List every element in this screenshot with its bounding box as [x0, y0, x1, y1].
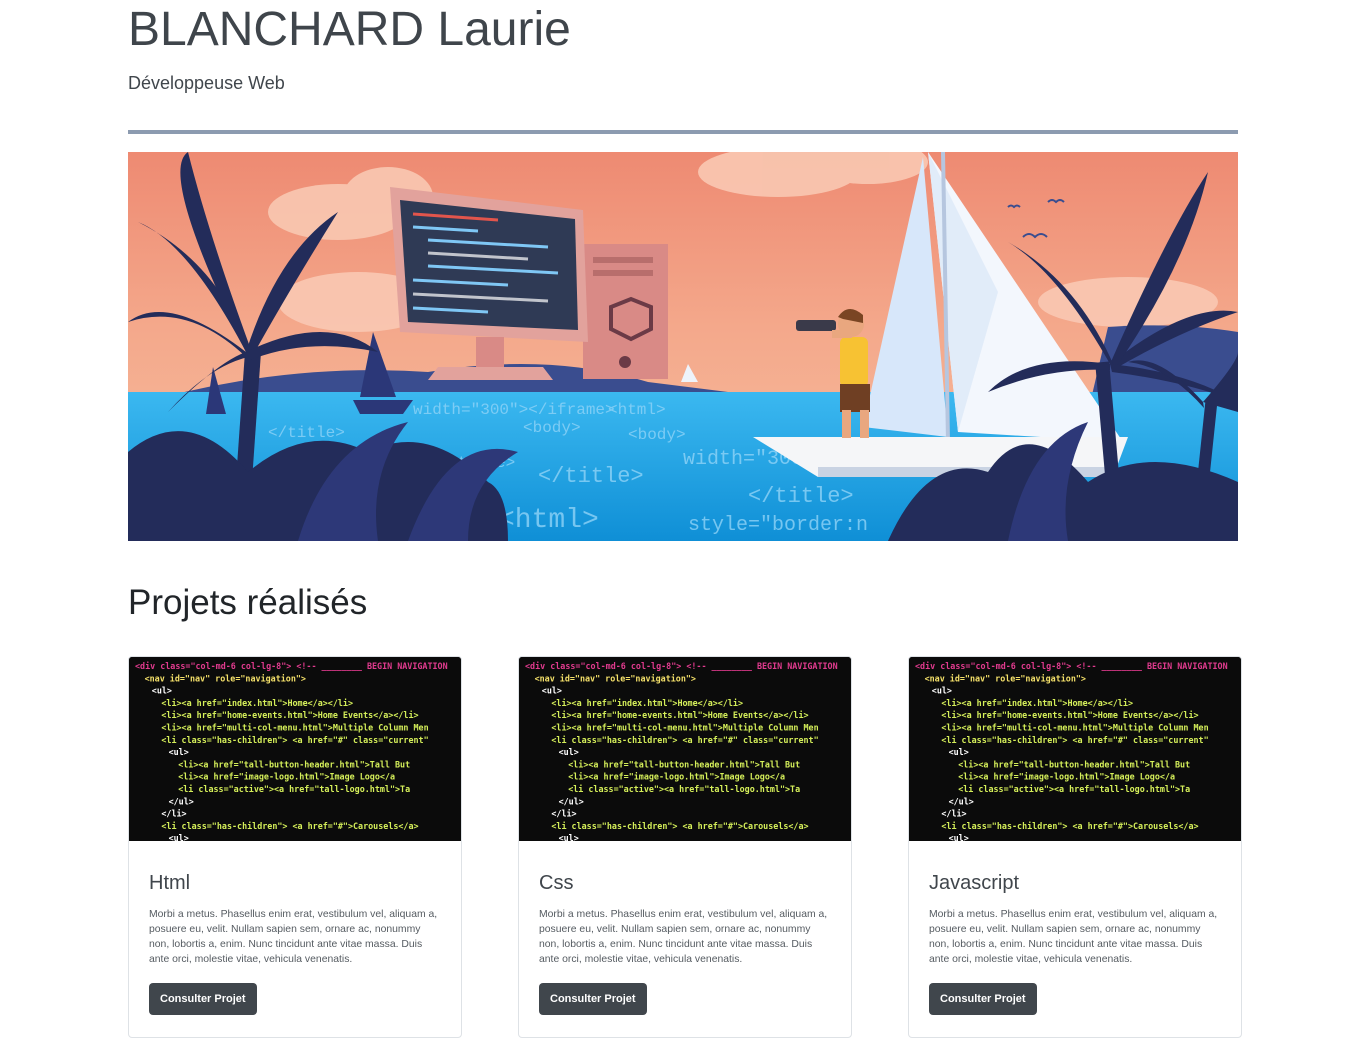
page-title: BLANCHARD Laurie — [128, 3, 571, 56]
card-text: Morbi a metus. Phasellus enim erat, vest… — [149, 909, 438, 965]
svg-text:width="300"></iframe>: width="300"></iframe> — [413, 401, 615, 419]
project-card-html: <div class="col-md-6 col-lg-8"> <!-- ___… — [128, 656, 462, 1038]
code-line: <li><a href="index.html">Home</a></li> — [941, 698, 1133, 708]
code-line: <ul> — [559, 833, 579, 841]
svg-text:</title>: </title> — [538, 464, 644, 489]
consult-project-button[interactable]: Consulter Projet — [929, 983, 1037, 1015]
code-line: </li> — [551, 809, 576, 819]
code-line: <ul> — [559, 747, 579, 757]
code-line: <li><a href="home-events.html">Home Even… — [941, 710, 1198, 720]
consult-project-button[interactable]: Consulter Projet — [539, 983, 647, 1015]
code-line: <li><a href="multi-col-menu.html">Multip… — [161, 723, 428, 733]
code-line: <ul> — [169, 833, 189, 841]
code-line: <li><a href="image-logo.html">Image Logo… — [958, 772, 1175, 782]
project-card-javascript: <div class="col-md-6 col-lg-8"> <!-- ___… — [908, 656, 1242, 1038]
svg-text:<html>: <html> — [498, 505, 599, 536]
code-line: <li class="active"><a href="tall-logo.ht… — [568, 784, 800, 794]
code-line: <li class="has-children"> <a href="#" cl… — [161, 735, 428, 745]
svg-text:<html>: <html> — [608, 401, 666, 419]
svg-text:</title>: </title> — [268, 424, 345, 442]
hero-illustration: width="300"></iframe> <html> <body> <bod… — [128, 152, 1238, 541]
code-line: <li class="active"><a href="tall-logo.ht… — [958, 784, 1190, 794]
svg-text:style="border:n: style="border:n — [688, 514, 868, 537]
code-line: <li><a href="tall-button-header.html">Ta… — [958, 759, 1190, 769]
project-image: <div class="col-md-6 col-lg-8"> <!-- ___… — [129, 657, 461, 841]
project-image: <div class="col-md-6 col-lg-8"> <!-- ___… — [909, 657, 1241, 841]
svg-text:</title>: </title> — [748, 484, 854, 509]
code-line: <li><a href="index.html">Home</a></li> — [161, 698, 353, 708]
code-line: <ul> — [152, 686, 172, 696]
code-line: </li> — [941, 809, 966, 819]
code-line: <li><a href="home-events.html">Home Even… — [161, 710, 418, 720]
code-line: <ul> — [932, 686, 952, 696]
code-line: <li><a href="multi-col-menu.html">Multip… — [551, 723, 818, 733]
code-line: </ul> — [169, 796, 194, 806]
code-line: <div class="col-md-6 col-lg-8"> <!-- ___… — [525, 661, 838, 671]
code-line: <li><a href="home-events.html">Home Even… — [551, 710, 808, 720]
code-line: </ul> — [949, 796, 974, 806]
card-text: Morbi a metus. Phasellus enim erat, vest… — [929, 909, 1218, 965]
code-line: <ul> — [949, 833, 969, 841]
card-text: Morbi a metus. Phasellus enim erat, vest… — [539, 909, 828, 965]
card-title: Css — [539, 872, 574, 894]
project-card-css: <div class="col-md-6 col-lg-8"> <!-- ___… — [518, 656, 852, 1038]
code-line: <li><a href="image-logo.html">Image Logo… — [568, 772, 785, 782]
card-body: Html Morbi a metus. Phasellus enim erat,… — [129, 841, 461, 1015]
svg-text:<body>: <body> — [523, 419, 581, 437]
code-line: <li class="has-children"> <a href="#">Ca… — [161, 821, 418, 831]
code-line: <div class="col-md-6 col-lg-8"> <!-- ___… — [915, 661, 1228, 671]
page-container: BLANCHARD Laurie Développeuse Web width=… — [128, 0, 1242, 1056]
card-title: Javascript — [929, 872, 1020, 894]
code-line: <ul> — [949, 747, 969, 757]
card-body: Css Morbi a metus. Phasellus enim erat, … — [519, 841, 851, 1015]
code-line: </ul> — [559, 796, 584, 806]
project-image: <div class="col-md-6 col-lg-8"> <!-- ___… — [519, 657, 851, 841]
code-line: <li><a href="tall-button-header.html">Ta… — [568, 759, 800, 769]
code-line: <ul> — [542, 686, 562, 696]
code-line: </li> — [161, 809, 186, 819]
code-line: <ul> — [169, 747, 189, 757]
code-line: <li><a href="multi-col-menu.html">Multip… — [941, 723, 1208, 733]
code-line: <li><a href="tall-button-header.html">Ta… — [178, 759, 410, 769]
project-cards: <div class="col-md-6 col-lg-8"> <!-- ___… — [128, 656, 1242, 1056]
code-line: <li class="has-children"> <a href="#" cl… — [551, 735, 818, 745]
consult-project-button[interactable]: Consulter Projet — [149, 983, 257, 1015]
code-line: <li><a href="index.html">Home</a></li> — [551, 698, 743, 708]
code-line: <nav id="nav" role="navigation"> — [145, 673, 306, 683]
code-line: <li class="active"><a href="tall-logo.ht… — [178, 784, 410, 794]
code-line: <li class="has-children"> <a href="#" cl… — [941, 735, 1208, 745]
code-line: <div class="col-md-6 col-lg-8"> <!-- ___… — [135, 661, 448, 671]
code-line: <nav id="nav" role="navigation"> — [925, 673, 1086, 683]
section-title: Projets réalisés — [128, 583, 368, 622]
svg-text:<body>: <body> — [628, 426, 686, 444]
card-body: Javascript Morbi a metus. Phasellus enim… — [909, 841, 1241, 1015]
card-title: Html — [149, 872, 191, 894]
code-line: <nav id="nav" role="navigation"> — [535, 673, 696, 683]
code-line: <li class="has-children"> <a href="#">Ca… — [941, 821, 1198, 831]
code-line: <li class="has-children"> <a href="#">Ca… — [551, 821, 808, 831]
divider — [128, 130, 1238, 134]
code-line: <li><a href="image-logo.html">Image Logo… — [178, 772, 395, 782]
page-subtitle: Développeuse Web — [128, 73, 285, 93]
